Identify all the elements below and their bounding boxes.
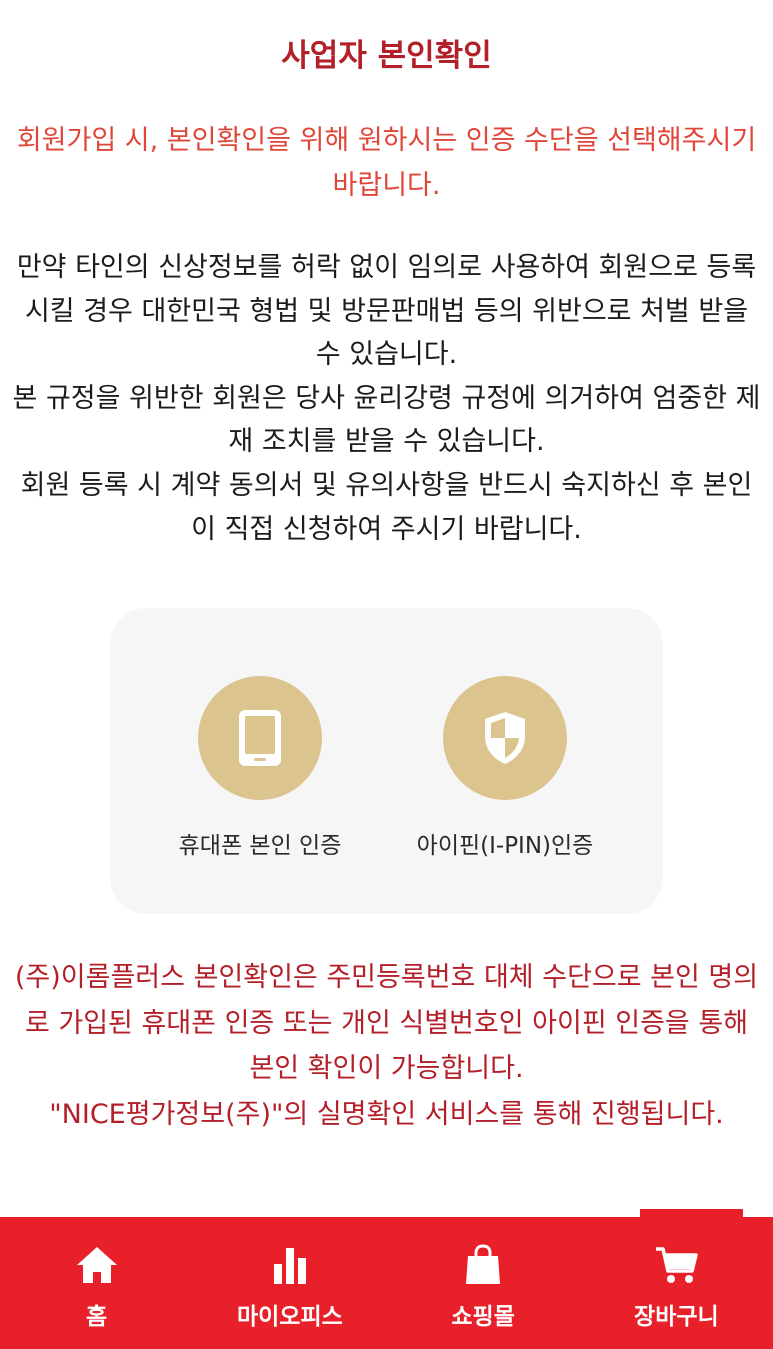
nav-cart[interactable]: 장바구니 xyxy=(580,1217,773,1349)
nav-home[interactable]: 홈 xyxy=(0,1217,193,1349)
phone-auth-button[interactable]: 휴대폰 본인 인증 xyxy=(137,676,383,860)
nav-my-office[interactable]: 마이오피스 xyxy=(193,1217,386,1349)
ipin-auth-button[interactable]: 아이핀(I-PIN)인증 xyxy=(382,676,628,860)
shopping-bag-icon xyxy=(465,1243,501,1287)
bottom-nav: 홈 마이오피스 쇼핑몰 장바구니 xyxy=(0,1217,773,1349)
notice-paragraph: 만약 타인의 신상정보를 허락 없이 임의로 사용하여 회원으로 등록시킬 경우… xyxy=(16,252,757,371)
notice-text: 만약 타인의 신상정보를 허락 없이 임의로 사용하여 회원으로 등록시킬 경우… xyxy=(10,246,763,551)
nav-cart-label: 장바구니 xyxy=(634,1303,719,1329)
auth-options-panel: 휴대폰 본인 인증 아이핀(I-PIN)인증 xyxy=(110,608,663,914)
notice-paragraph: 회원 등록 시 계약 동의서 및 유의사항을 반드시 숙지하신 후 본인이 직접… xyxy=(20,469,753,545)
nav-my-office-label: 마이오피스 xyxy=(236,1303,343,1329)
phone-auth-label: 휴대폰 본인 인증 xyxy=(178,833,342,859)
nav-shopping-mall[interactable]: 쇼핑몰 xyxy=(387,1217,580,1349)
nav-home-label: 홈 xyxy=(86,1303,108,1329)
shield-icon xyxy=(443,676,567,800)
ipin-auth-label: 아이핀(I-PIN)인증 xyxy=(416,833,594,859)
bar-chart-icon xyxy=(272,1243,308,1287)
verification-info: (주)이롬플러스 본인확인은 주민등록번호 대체 수단으로 본인 명의로 가입된… xyxy=(10,955,763,1137)
notice-paragraph: 본 규정을 위반한 회원은 당사 윤리강령 규정에 의거하여 엄중한 제재 조치… xyxy=(12,382,761,458)
page-title: 사업자 본인확인 xyxy=(281,38,492,74)
intro-text: 회원가입 시, 본인확인을 위해 원하시는 인증 수단을 선택해주시기 바랍니다… xyxy=(16,125,757,201)
phone-icon xyxy=(198,676,322,800)
home-icon xyxy=(75,1243,119,1287)
cart-icon xyxy=(654,1243,699,1287)
verification-paragraph: (주)이롬플러스 본인확인은 주민등록번호 대체 수단으로 본인 명의로 가입된… xyxy=(14,962,759,1084)
verification-paragraph: "NICE평가정보(주)"의 실명확인 서비스를 통해 진행됩니다. xyxy=(49,1098,724,1130)
nav-shopping-mall-label: 쇼핑몰 xyxy=(451,1303,515,1329)
